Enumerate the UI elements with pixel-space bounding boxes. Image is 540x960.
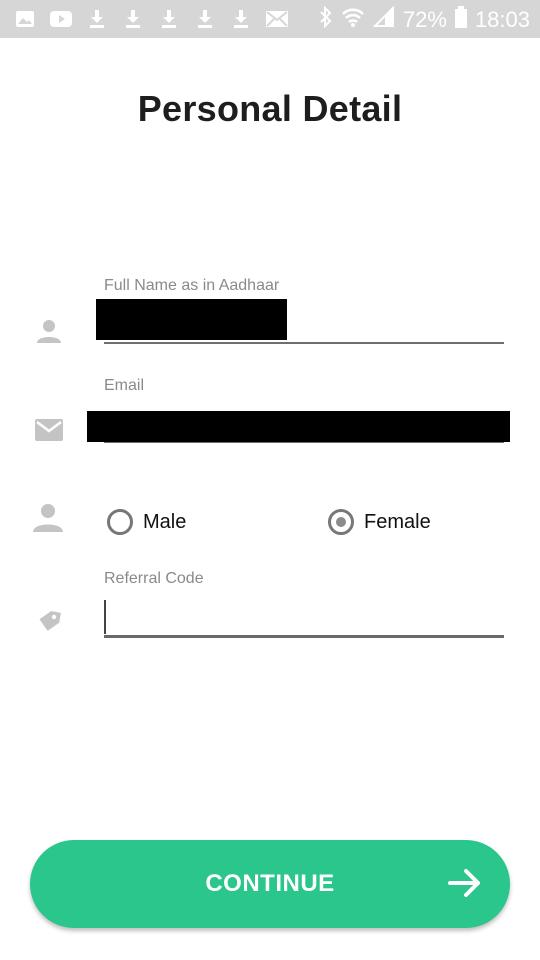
battery-percent: 72% <box>402 7 447 32</box>
person-icon <box>33 503 63 533</box>
person-icon <box>34 316 64 346</box>
wifi-icon <box>341 6 365 34</box>
download-icon <box>194 9 216 29</box>
download-icon <box>158 9 180 29</box>
full-name-input[interactable] <box>96 299 287 340</box>
email-label: Email <box>104 377 145 394</box>
gender-option-male[interactable]: Male <box>107 509 186 535</box>
download-icon <box>86 9 108 29</box>
email-input[interactable] <box>87 411 510 442</box>
male-label: Male <box>143 510 187 533</box>
status-indicators: 72% 18:03 <box>319 5 530 34</box>
female-label: Female <box>364 510 431 533</box>
email-underline <box>104 442 504 443</box>
image-icon <box>14 9 36 29</box>
arrow-right-icon <box>448 868 482 903</box>
clock: 18:03 <box>474 7 530 32</box>
continue-label: CONTINUE <box>205 870 335 897</box>
signal-icon <box>372 5 395 34</box>
male-radio[interactable] <box>107 509 133 535</box>
referral-underline <box>104 635 504 638</box>
download-icon <box>122 9 144 29</box>
page-title: Personal Detail <box>137 88 403 129</box>
status-bar: 72% 18:03 <box>0 0 540 38</box>
download-icon <box>230 9 252 29</box>
text-cursor <box>104 600 106 634</box>
tag-icon <box>34 608 64 638</box>
female-radio[interactable] <box>328 509 354 535</box>
battery-icon <box>454 6 467 34</box>
referral-input[interactable] <box>104 598 504 636</box>
mail-icon <box>266 9 288 29</box>
youtube-icon <box>50 9 72 29</box>
referral-label: Referral Code <box>104 570 204 587</box>
bluetooth-icon <box>319 5 333 34</box>
gender-option-female[interactable]: Female <box>328 509 431 535</box>
full-name-underline <box>104 342 504 344</box>
email-icon <box>34 415 64 445</box>
full-name-label: Full Name as in Aadhaar <box>104 277 280 294</box>
notification-icons <box>14 9 288 29</box>
continue-button[interactable]: CONTINUE <box>30 840 510 928</box>
